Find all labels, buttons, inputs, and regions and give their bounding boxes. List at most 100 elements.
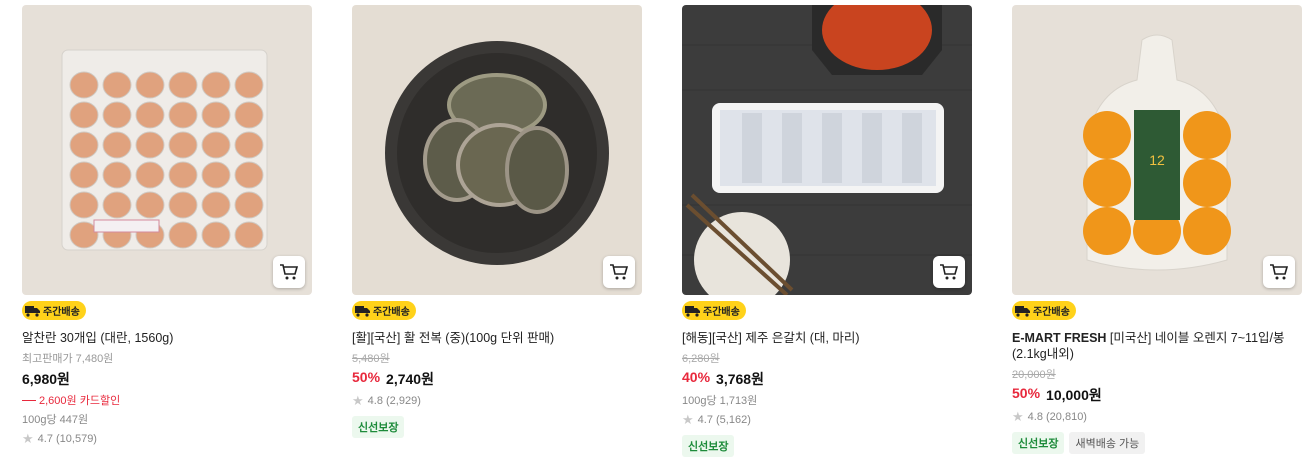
- sale-price: 3,768원: [716, 371, 764, 387]
- egg: [102, 161, 132, 189]
- truck-icon: [355, 306, 370, 317]
- product-title[interactable]: [활][국산] 활 전복 (중)(100g 단위 판매): [352, 330, 642, 346]
- sale-price: 10,000원: [1046, 387, 1102, 403]
- rating: ★ 4.8 (20,810): [1012, 409, 1087, 424]
- product-card[interactable]: 주간배송 알찬란 30개입 (대란, 1560g) 최고판매가 7,480원 6…: [22, 5, 312, 447]
- weekly-delivery-badge: 주간배송: [682, 301, 746, 320]
- egg: [168, 221, 198, 249]
- egg: [69, 191, 99, 219]
- unit-price: 100g당 447원: [22, 414, 89, 426]
- rating: ★ 4.7 (5,162): [682, 412, 751, 427]
- star-icon: ★: [22, 431, 34, 446]
- egg: [102, 131, 132, 159]
- price-row: 50% 10,000원: [1012, 385, 1302, 405]
- brand-name: E-MART FRESH: [1012, 331, 1107, 345]
- cart-icon: [610, 264, 629, 280]
- badge-label: 주간배송: [1033, 307, 1070, 318]
- rating: ★ 4.7 (10,579): [22, 431, 97, 446]
- fresh-guarantee-tag: 신선보장: [1012, 432, 1065, 454]
- product-card[interactable]: 주간배송 [활][국산] 활 전복 (중)(100g 단위 판매) 5,480원…: [352, 5, 642, 438]
- fresh-guarantee-tag: 신선보장: [352, 416, 405, 438]
- star-icon: ★: [352, 393, 364, 408]
- svg-text:12: 12: [1149, 152, 1165, 168]
- price-row: 40% 3,768원: [682, 369, 972, 389]
- price-row: 50% 2,740원: [352, 369, 642, 389]
- egg: [234, 161, 264, 189]
- egg: [102, 101, 132, 129]
- egg: [168, 71, 198, 99]
- egg: [201, 131, 231, 159]
- product-title[interactable]: 알찬란 30개입 (대란, 1560g): [22, 330, 312, 346]
- add-to-cart-button[interactable]: [603, 256, 635, 288]
- oranges-image: 12: [1012, 5, 1302, 295]
- egg: [201, 221, 231, 249]
- egg: [201, 71, 231, 99]
- abalone-image: [352, 5, 642, 295]
- egg: [168, 131, 198, 159]
- original-price: 6,280원: [682, 353, 720, 365]
- egg: [135, 101, 165, 129]
- egg: [234, 221, 264, 249]
- egg: [102, 71, 132, 99]
- egg: [168, 191, 198, 219]
- unit-price: 100g당 1,713원: [682, 395, 758, 407]
- egg: [234, 71, 264, 99]
- egg: [168, 101, 198, 129]
- max-price-label: 최고판매가 7,480원: [22, 353, 114, 365]
- hairtail-image: [682, 5, 972, 295]
- egg: [135, 71, 165, 99]
- truck-icon: [685, 306, 700, 317]
- egg: [201, 191, 231, 219]
- product-title[interactable]: E-MART FRESH [미국산] 네이블 오렌지 7~11입/봉 (2.1k…: [1012, 330, 1302, 362]
- egg: [135, 131, 165, 159]
- product-image-hairtail[interactable]: [682, 5, 972, 295]
- egg: [69, 101, 99, 129]
- truck-icon: [25, 306, 40, 317]
- egg: [234, 191, 264, 219]
- add-to-cart-button[interactable]: [1263, 256, 1295, 288]
- egg: [69, 161, 99, 189]
- discount-rate: 50%: [1012, 385, 1041, 401]
- weekly-delivery-badge: 주간배송: [352, 301, 416, 320]
- price-row: 6,980원: [22, 369, 312, 389]
- badge-label: 주간배송: [43, 307, 80, 318]
- rating: ★ 4.8 (2,929): [352, 393, 421, 408]
- egg: [102, 191, 132, 219]
- egg: [69, 71, 99, 99]
- egg: [135, 161, 165, 189]
- tag-list: 신선보장: [352, 416, 642, 438]
- weekly-delivery-badge: 주간배송: [1012, 301, 1076, 320]
- product-image-eggs[interactable]: [22, 5, 312, 295]
- fresh-guarantee-tag: 신선보장: [682, 435, 735, 457]
- egg: [201, 101, 231, 129]
- original-price: 20,000원: [1012, 369, 1056, 381]
- discount-rate: 40%: [682, 369, 711, 385]
- badge-label: 주간배송: [703, 307, 740, 318]
- egg: [168, 161, 198, 189]
- cart-icon: [1270, 264, 1289, 280]
- badge-label: 주간배송: [373, 307, 410, 318]
- cart-icon: [940, 264, 959, 280]
- add-to-cart-button[interactable]: [933, 256, 965, 288]
- product-image-oranges[interactable]: 12: [1012, 5, 1302, 295]
- dawn-delivery-tag: 새벽배송 가능: [1069, 432, 1146, 454]
- product-card[interactable]: 12 주간배송 E-MART FRESH [미국산] 네이블 오렌지 7~11입…: [1012, 5, 1302, 454]
- product-card[interactable]: 주간배송 [해동][국산] 제주 은갈치 (대, 마리) 6,280원 40% 3…: [682, 5, 972, 457]
- dash-icon: [22, 399, 36, 401]
- star-icon: ★: [1012, 409, 1024, 424]
- weekly-delivery-badge: 주간배송: [22, 301, 86, 320]
- eggs-image: [22, 5, 312, 295]
- sale-price: 2,740원: [386, 371, 434, 387]
- egg: [201, 161, 231, 189]
- star-icon: ★: [682, 412, 694, 427]
- product-title[interactable]: [해동][국산] 제주 은갈치 (대, 마리): [682, 330, 972, 346]
- discount-rate: 50%: [352, 369, 381, 385]
- egg: [69, 131, 99, 159]
- original-price: 5,480원: [352, 353, 390, 365]
- sale-price: 6,980원: [22, 371, 70, 387]
- egg: [234, 101, 264, 129]
- tag-list: 신선보장 새벽배송 가능: [1012, 432, 1302, 454]
- cart-icon: [280, 264, 299, 280]
- add-to-cart-button[interactable]: [273, 256, 305, 288]
- product-image-abalone[interactable]: [352, 5, 642, 295]
